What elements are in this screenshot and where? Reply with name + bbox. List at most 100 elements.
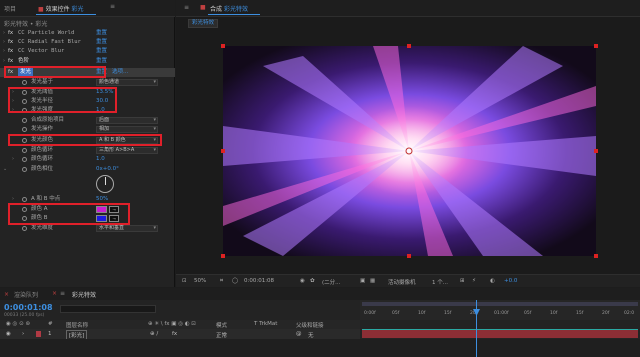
toggle-icon[interactable]: ⊞: [460, 278, 465, 284]
bbox-handle[interactable]: [221, 254, 225, 258]
stopwatch-icon[interactable]: [22, 80, 27, 85]
bbox-handle[interactable]: [594, 149, 598, 153]
region-icon[interactable]: ▣: [360, 278, 365, 284]
reset-link[interactable]: 重置: [96, 29, 107, 38]
fx-icon[interactable]: fx: [8, 29, 13, 38]
effect-row-levels[interactable]: › fx 色阶 重置: [0, 57, 175, 66]
work-area-bar[interactable]: [362, 302, 638, 306]
prop-color-loops[interactable]: › 颜色循环 1.0: [0, 155, 175, 164]
zoom-select[interactable]: 50%: [194, 278, 206, 284]
col-layer-name[interactable]: 图层名称: [66, 321, 88, 329]
mask-icon[interactable]: ◯: [232, 278, 238, 284]
tab-composition[interactable]: 合成 彩光特效: [210, 4, 248, 13]
exposure-value[interactable]: +0.0: [504, 278, 517, 284]
twirl-open-icon[interactable]: ⌄: [3, 165, 7, 174]
fx-icon[interactable]: fx: [8, 57, 13, 66]
glow-dimensions-select[interactable]: 水平和垂直: [96, 225, 158, 232]
prop-label: 颜色循环: [31, 156, 54, 162]
twirl-icon[interactable]: ›: [12, 155, 14, 164]
col-number: #: [48, 321, 53, 327]
views-select[interactable]: 1 个...: [432, 278, 448, 286]
current-time-indicator[interactable]: [476, 300, 477, 357]
prop-glow-dimensions[interactable]: 发光维度 水平和垂直: [0, 224, 175, 233]
stopwatch-icon[interactable]: [22, 118, 27, 123]
bbox-handle[interactable]: [594, 254, 598, 258]
stopwatch-icon[interactable]: [22, 127, 27, 132]
close-icon[interactable]: ×: [4, 291, 9, 298]
tab-timeline-comp[interactable]: 彩光特效: [72, 290, 96, 299]
layer-mode-select[interactable]: 正常: [216, 331, 227, 339]
label-color-icon[interactable]: [36, 331, 41, 337]
tab-project[interactable]: 项目: [4, 4, 16, 13]
panel-menu-icon[interactable]: ≡: [110, 3, 115, 10]
effect-row-cc-radial-fast-blur[interactable]: › fx CC Radial Fast Blur 重置: [0, 38, 175, 47]
color-phase-value[interactable]: 0x+0.0°: [96, 165, 119, 174]
twirl-icon[interactable]: ›: [3, 47, 5, 56]
stopwatch-icon[interactable]: [22, 157, 27, 162]
twirl-icon[interactable]: ›: [3, 57, 5, 66]
prop-composite-original[interactable]: 合成原始项目 后面: [0, 116, 175, 125]
transparency-grid-icon[interactable]: ▦: [370, 278, 375, 284]
options-link[interactable]: 选项...: [112, 68, 128, 77]
fast-preview-icon[interactable]: ⚡: [472, 278, 476, 284]
fx-icon[interactable]: fx: [8, 47, 13, 56]
camera-select[interactable]: 活动摄像机: [388, 278, 416, 286]
bbox-handle[interactable]: [407, 254, 411, 258]
reset-link[interactable]: 重置: [96, 57, 107, 66]
composition-canvas[interactable]: [223, 46, 596, 256]
twirl-icon[interactable]: ›: [3, 38, 5, 47]
twirl-icon[interactable]: ›: [22, 331, 24, 337]
fx-icon[interactable]: fx: [172, 331, 177, 337]
bbox-handle[interactable]: [221, 149, 225, 153]
stopwatch-icon[interactable]: [22, 226, 27, 231]
timeline-timecode[interactable]: 0:00:01:08: [4, 303, 53, 312]
show-channel-icon[interactable]: ✿: [310, 278, 315, 284]
layer-duration-bar[interactable]: [362, 330, 638, 338]
grid-icon[interactable]: ⌗: [220, 278, 223, 285]
composite-original-select[interactable]: 后面: [96, 117, 158, 124]
layer-row[interactable]: ◉ › 1 [彩光] ⊕ / fx 正常 @ 无: [0, 329, 360, 340]
layer-search-input[interactable]: [60, 305, 156, 313]
glow-based-on-select[interactable]: 颜色通道: [96, 79, 158, 86]
tab-render-queue[interactable]: 渲染队列: [14, 290, 38, 299]
lock-icon[interactable]: ■: [200, 4, 206, 11]
color-loops-value[interactable]: 1.0: [96, 155, 105, 164]
reset-link[interactable]: 重置: [96, 38, 107, 47]
visibility-icon[interactable]: ◉: [6, 331, 11, 337]
timecode-display[interactable]: 0:00:01:08: [244, 278, 274, 284]
color-phase-dial[interactable]: [96, 175, 114, 193]
stopwatch-icon[interactable]: [22, 167, 27, 172]
panel-menu-icon[interactable]: ≡: [184, 4, 189, 11]
col-mode[interactable]: 模式: [216, 321, 227, 329]
bbox-handle[interactable]: [407, 44, 411, 48]
reset-link[interactable]: 重置: [96, 47, 107, 56]
bbox-handle[interactable]: [594, 44, 598, 48]
prop-glow-operation[interactable]: 发光操作 相加: [0, 125, 175, 134]
col-trkmat[interactable]: T TrkMat: [254, 321, 277, 327]
fx-icon[interactable]: fx: [8, 38, 13, 47]
always-preview-icon[interactable]: ⊡: [182, 278, 187, 284]
snapshot-icon[interactable]: ◉: [300, 278, 305, 284]
tab-effect-controls[interactable]: ■ 效果控件 彩光: [38, 4, 84, 13]
prop-color-phase[interactable]: ⌄ 颜色相位 0x+0.0°: [0, 165, 175, 174]
bbox-handle[interactable]: [221, 44, 225, 48]
layer-switch-icon[interactable]: ⊕ /: [150, 331, 158, 337]
resolution-select[interactable]: (二分...: [322, 278, 340, 286]
menu-icon[interactable]: ≡: [60, 290, 65, 297]
color-looping-select[interactable]: 三角形 A>B>A: [96, 147, 158, 154]
stopwatch-icon[interactable]: [22, 148, 27, 153]
comp-flowchart-chip[interactable]: 彩光特效: [188, 19, 219, 28]
twirl-icon[interactable]: ›: [3, 29, 5, 38]
pickwhip-icon[interactable]: @: [296, 331, 302, 337]
prop-glow-based-on[interactable]: 发光基于 颜色通道: [0, 78, 175, 87]
ruler-tick: 01:00f: [494, 311, 509, 316]
close-icon[interactable]: ×: [52, 290, 57, 297]
glow-operation-select[interactable]: 相加: [96, 126, 158, 133]
prop-color-looping[interactable]: 颜色循环 三角形 A>B>A: [0, 146, 175, 155]
col-parent[interactable]: 父级和链接: [296, 321, 324, 329]
reset-exposure-icon[interactable]: ◐: [490, 278, 495, 284]
effect-row-cc-vector-blur[interactable]: › fx CC Vector Blur 重置: [0, 47, 175, 56]
layer-parent-select[interactable]: 无: [308, 331, 314, 339]
effect-row-cc-particle-world[interactable]: › fx CC Particle World 重置: [0, 29, 175, 38]
stopwatch-icon[interactable]: [22, 197, 27, 202]
